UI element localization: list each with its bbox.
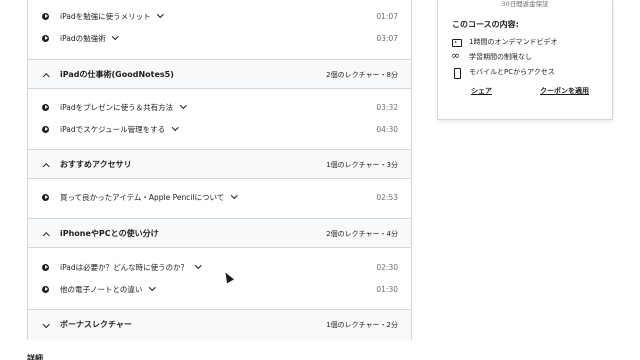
section-header[interactable]: iPhoneやPCとの使い分け 2個のレクチャー・4分 <box>28 218 411 248</box>
section-title: iPhoneやPCとの使い分け <box>60 229 159 238</box>
play-circle-icon <box>42 193 49 201</box>
chevron-up-icon <box>43 162 49 168</box>
include-text: 1時間のオンデマンドビデオ <box>469 38 558 46</box>
lecture-row[interactable]: 買って良かったアイテム・Apple Pencilについて 02:53 <box>28 186 411 208</box>
include-text: 学習期間の制限なし <box>469 53 532 61</box>
lecture-title: iPadをプレゼンに使う＆共有方法 <box>60 102 186 113</box>
lecture-row[interactable]: iPadの勉強術 03:07 <box>28 27 411 49</box>
includes-title: このコースの内容: <box>452 20 519 29</box>
include-text: モバイルとPCからアクセス <box>469 68 555 76</box>
lecture-duration: 03:07 <box>376 33 398 43</box>
lecture-title: iPadでスケジュール管理をする <box>60 124 178 135</box>
lecture-duration: 04:30 <box>376 124 398 134</box>
lecture-row[interactable]: iPadを勉強に使うメリット 01:07 <box>28 5 411 27</box>
play-circle-icon <box>42 263 49 271</box>
course-sidebar-card: 30日間返金保証 このコースの内容: 1時間のオンデマンドビデオ 学習期間の制限… <box>437 0 613 120</box>
lecture-row[interactable]: 他の電子ノートとの違い 01:30 <box>28 278 411 300</box>
lecture-title: iPadを勉強に使うメリット <box>60 11 164 22</box>
lecture-duration: 01:07 <box>376 11 398 21</box>
chevron-down-icon[interactable] <box>179 103 186 110</box>
chevron-down-icon[interactable] <box>157 12 164 19</box>
play-circle-icon <box>42 103 49 111</box>
section-meta: 1個のレクチャー・3分 <box>326 161 398 169</box>
chevron-down-icon[interactable] <box>112 34 119 41</box>
mobile-icon <box>452 67 462 79</box>
lecture-row[interactable]: iPadは必要か？どんな時に使うのか？ 02:30 <box>28 256 411 278</box>
section-title: ボーナスレクチャー <box>60 320 132 329</box>
apply-coupon-button[interactable]: クーポンを適用 <box>540 86 589 96</box>
play-circle-icon <box>42 125 49 133</box>
lecture-title: iPadは必要か？どんな時に使うのか？ <box>60 262 201 273</box>
lecture-duration: 01:30 <box>376 284 398 294</box>
play-circle-icon <box>42 12 49 20</box>
chevron-down-icon[interactable] <box>194 263 201 270</box>
chevron-up-icon <box>43 72 49 78</box>
lecture-title: iPadの勉強術 <box>60 33 119 44</box>
chevron-down-icon[interactable] <box>148 285 155 292</box>
share-button[interactable]: シェア <box>471 86 492 96</box>
infinity-icon <box>451 49 462 62</box>
section-header[interactable]: おすすめアクセサリ 1個のレクチャー・3分 <box>28 149 411 179</box>
section-header[interactable]: iPadの仕事術(GoodNotes5) 2個のレクチャー・8分 <box>28 59 411 89</box>
chevron-down-icon[interactable] <box>230 193 237 200</box>
play-circle-icon <box>42 285 49 293</box>
play-circle-icon <box>42 34 49 42</box>
chevron-down-icon <box>43 322 49 328</box>
lecture-duration: 02:30 <box>376 262 398 272</box>
lecture-title: 買って良かったアイテム・Apple Pencilについて <box>60 192 237 203</box>
include-item: 学習期間の制限なし <box>451 49 532 63</box>
chevron-down-icon[interactable] <box>171 125 178 132</box>
section-meta: 1個のレクチャー・2分 <box>326 321 398 329</box>
section-header[interactable]: ボーナスレクチャー 1個のレクチャー・2分 <box>28 309 411 340</box>
include-item: 1時間のオンデマンドビデオ <box>452 36 557 48</box>
course-curriculum: iPadを勉強に使うメリット 01:07 iPadの勉強術 03:07 iPad… <box>27 0 412 340</box>
details-heading: 詳細 <box>27 354 43 360</box>
section-meta: 2個のレクチャー・8分 <box>326 71 398 79</box>
lecture-duration: 02:53 <box>376 192 398 202</box>
lecture-duration: 03:32 <box>376 102 398 112</box>
include-item: モバイルとPCからアクセス <box>452 66 555 79</box>
section-title: iPadの仕事術(GoodNotes5) <box>60 70 174 79</box>
lecture-row[interactable]: iPadでスケジュール管理をする 04:30 <box>28 118 411 140</box>
lecture-row[interactable]: iPadをプレゼンに使う＆共有方法 03:32 <box>28 96 411 118</box>
money-back-guarantee: 30日間返金保証 <box>501 0 549 8</box>
lecture-title: 他の電子ノートとの違い <box>60 284 155 295</box>
section-meta: 2個のレクチャー・4分 <box>326 230 398 238</box>
video-icon <box>452 37 462 47</box>
section-title: おすすめアクセサリ <box>60 160 132 169</box>
chevron-up-icon <box>43 231 49 237</box>
